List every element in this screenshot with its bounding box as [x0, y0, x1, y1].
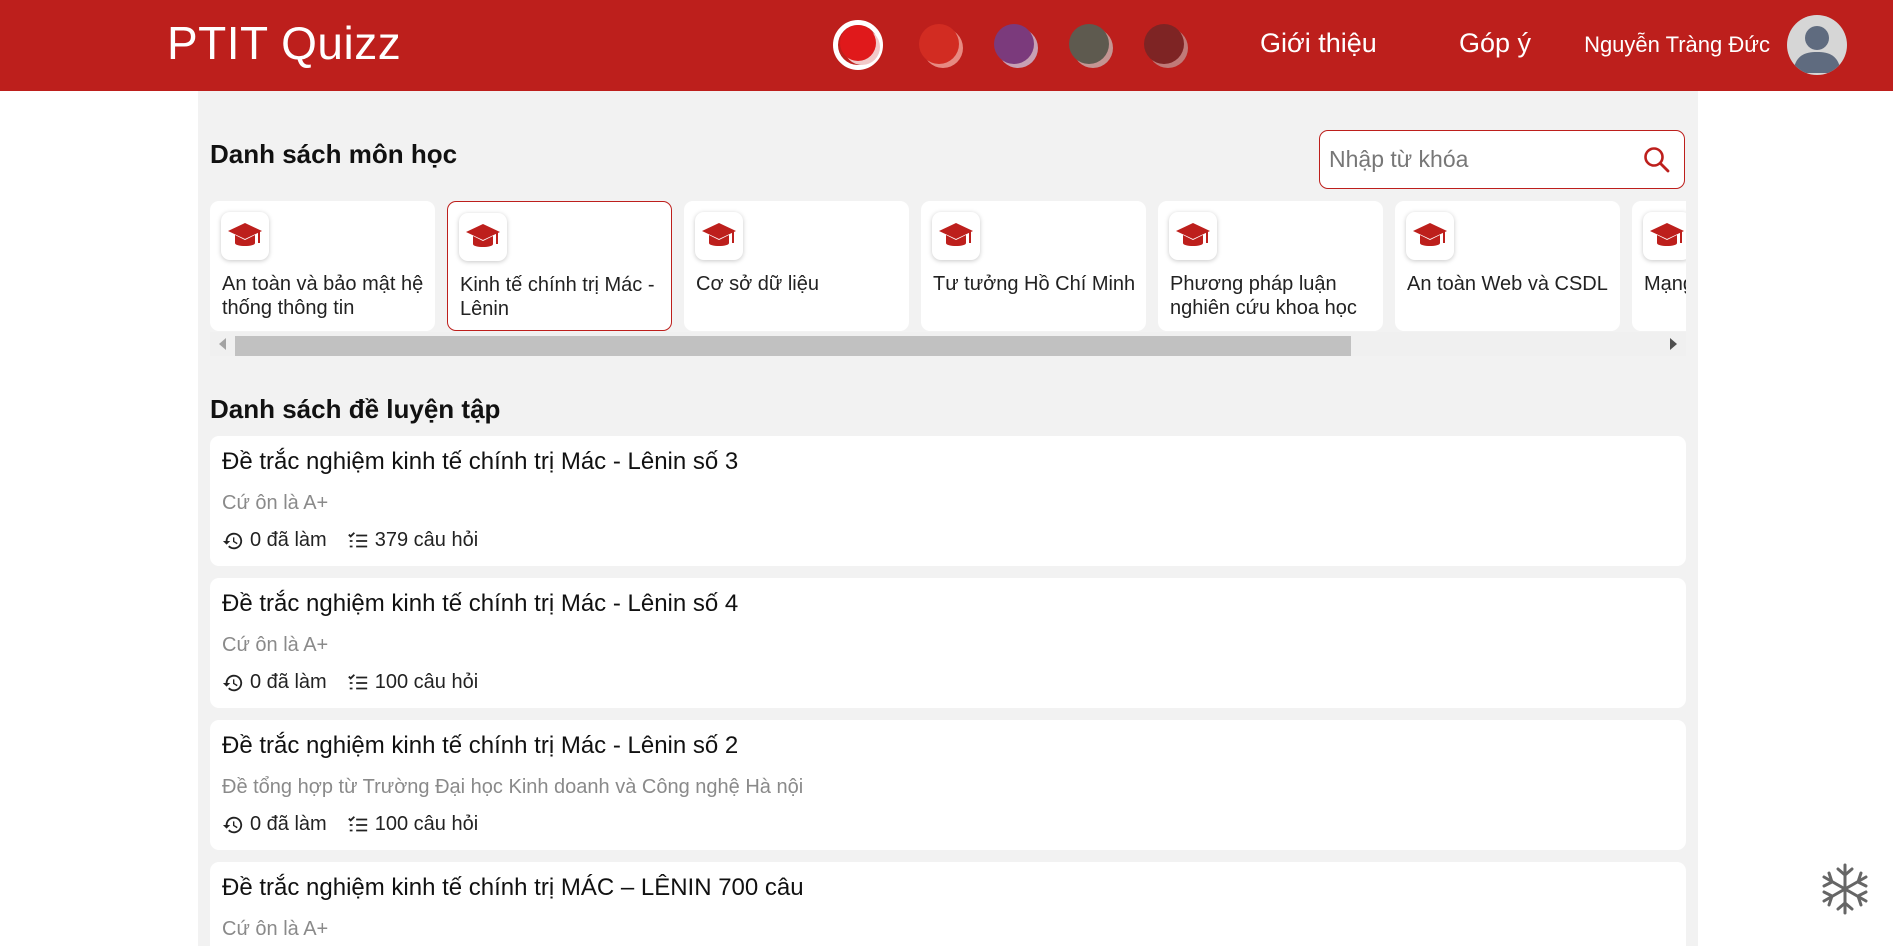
quiz-title[interactable]: Đề trắc nghiệm kinh tế chính trị MÁC – L…: [222, 874, 804, 902]
subject-list[interactable]: An toàn và bảo mật hệ thống thông tin Ki…: [210, 201, 1686, 331]
theme-swatch-red-white[interactable]: [833, 20, 883, 70]
subjects-heading: Danh sách môn học: [210, 139, 458, 169]
user-silhouette-icon: [1793, 26, 1841, 73]
theme-swatch-fill: [1069, 24, 1109, 64]
theme-swatch-red[interactable]: [913, 20, 963, 70]
nav-feedback-link[interactable]: Góp ý: [1459, 28, 1531, 59]
checklist-icon: [347, 673, 367, 689]
graduation-cap-icon: [932, 212, 980, 260]
quiz-meta: 0 đã làm 100 câu hỏi: [222, 671, 478, 694]
subject-card[interactable]: Tư tưởng Hồ Chí Minh: [921, 201, 1146, 331]
top-navbar: PTIT Quizz Giới thiệu Góp ý Nguyễn Tràng…: [0, 0, 1893, 91]
graduation-cap-icon: [1406, 212, 1454, 260]
graduation-cap-icon: [221, 212, 269, 260]
theme-swatch-olive[interactable]: [1063, 20, 1113, 70]
quiz-description: Đề tổng hợp từ Trường Đại học Kinh doanh…: [222, 776, 804, 798]
quiz-title[interactable]: Đề trắc nghiệm kinh tế chính trị Mác - L…: [222, 590, 738, 618]
checklist-icon: [347, 815, 367, 831]
quiz-meta: 0 đã làm 100 câu hỏi: [222, 813, 478, 836]
quizzes-heading: Danh sách đề luyện tập: [210, 394, 501, 424]
theme-swatch-fill: [1144, 24, 1184, 64]
graduation-cap-icon: [1169, 212, 1217, 260]
subject-label: An toàn và bảo mật hệ thống thông tin: [222, 273, 424, 319]
avatar[interactable]: [1787, 15, 1847, 75]
app-logo[interactable]: PTIT Quizz: [167, 16, 401, 70]
theme-swatch-maroon[interactable]: [1138, 20, 1188, 70]
question-count: 100 câu hỏi: [374, 671, 479, 693]
quiz-title[interactable]: Đề trắc nghiệm kinh tế chính trị Mác - L…: [222, 448, 738, 476]
subject-label: Phương pháp luận nghiên cứu khoa học: [1170, 273, 1357, 319]
attempts-count: 0 đã làm: [250, 529, 327, 551]
scrollbar-thumb[interactable]: [235, 336, 1351, 356]
graduation-cap-icon: [695, 212, 743, 260]
main-content: Danh sách môn học An toàn và bảo mật hệ …: [198, 91, 1698, 946]
quiz-card[interactable]: Đề trắc nghiệm kinh tế chính trị Mác - L…: [210, 436, 1686, 566]
subject-card[interactable]: An toàn Web và CSDL: [1395, 201, 1620, 331]
quiz-card[interactable]: Đề trắc nghiệm kinh tế chính trị Mác - L…: [210, 720, 1686, 850]
quiz-description: Cứ ôn là A+: [222, 492, 329, 514]
subject-label: Tư tưởng Hồ Chí Minh: [933, 273, 1136, 295]
question-count: 100 câu hỏi: [374, 813, 479, 835]
search-box[interactable]: [1319, 130, 1685, 189]
quiz-meta: 0 đã làm 379 câu hỏi: [222, 529, 478, 552]
subject-label: Mạng: [1644, 273, 1686, 295]
checklist-icon: [347, 531, 367, 547]
theme-swatch-fill: [840, 25, 876, 61]
theme-swatch-fill: [994, 24, 1034, 64]
scroll-right-arrow-icon[interactable]: [1670, 338, 1677, 350]
subject-label: Cơ sở dữ liệu: [696, 273, 819, 295]
history-icon: [222, 674, 243, 691]
quiz-card[interactable]: Đề trắc nghiệm kinh tế chính trị Mác - L…: [210, 578, 1686, 708]
subject-label: Kinh tế chính trị Mác - Lênin: [460, 274, 655, 320]
subject-card[interactable]: Cơ sở dữ liệu: [684, 201, 909, 331]
user-name[interactable]: Nguyễn Tràng Đức: [1584, 32, 1770, 58]
subject-label: An toàn Web và CSDL: [1407, 273, 1608, 295]
subject-card[interactable]: Mạng: [1632, 201, 1686, 331]
quiz-description: Cứ ôn là A+: [222, 918, 329, 940]
attempts-count: 0 đã làm: [250, 671, 327, 693]
nav-about-link[interactable]: Giới thiệu: [1260, 28, 1377, 59]
subject-card-active[interactable]: Kinh tế chính trị Mác - Lênin: [447, 201, 672, 331]
theme-swatch-purple[interactable]: [988, 20, 1038, 70]
history-icon: [222, 532, 243, 549]
quiz-description: Cứ ôn là A+: [222, 634, 329, 656]
subject-card[interactable]: An toàn và bảo mật hệ thống thông tin: [210, 201, 435, 331]
search-input[interactable]: [1329, 141, 1629, 177]
scroll-left-arrow-icon[interactable]: [219, 338, 226, 350]
theme-swatch-fill: [919, 24, 959, 64]
attempts-count: 0 đã làm: [250, 813, 327, 835]
question-count: 379 câu hỏi: [374, 529, 479, 551]
subject-list-scrollbar[interactable]: [210, 332, 1686, 356]
search-icon[interactable]: [1643, 146, 1671, 174]
quiz-card[interactable]: Đề trắc nghiệm kinh tế chính trị MÁC – L…: [210, 862, 1686, 946]
graduation-cap-icon: [1643, 212, 1686, 260]
subject-card[interactable]: Phương pháp luận nghiên cứu khoa học: [1158, 201, 1383, 331]
snowflake-icon[interactable]: [1818, 862, 1872, 916]
quiz-title[interactable]: Đề trắc nghiệm kinh tế chính trị Mác - L…: [222, 732, 738, 760]
history-icon: [222, 816, 243, 833]
graduation-cap-icon: [459, 213, 507, 261]
